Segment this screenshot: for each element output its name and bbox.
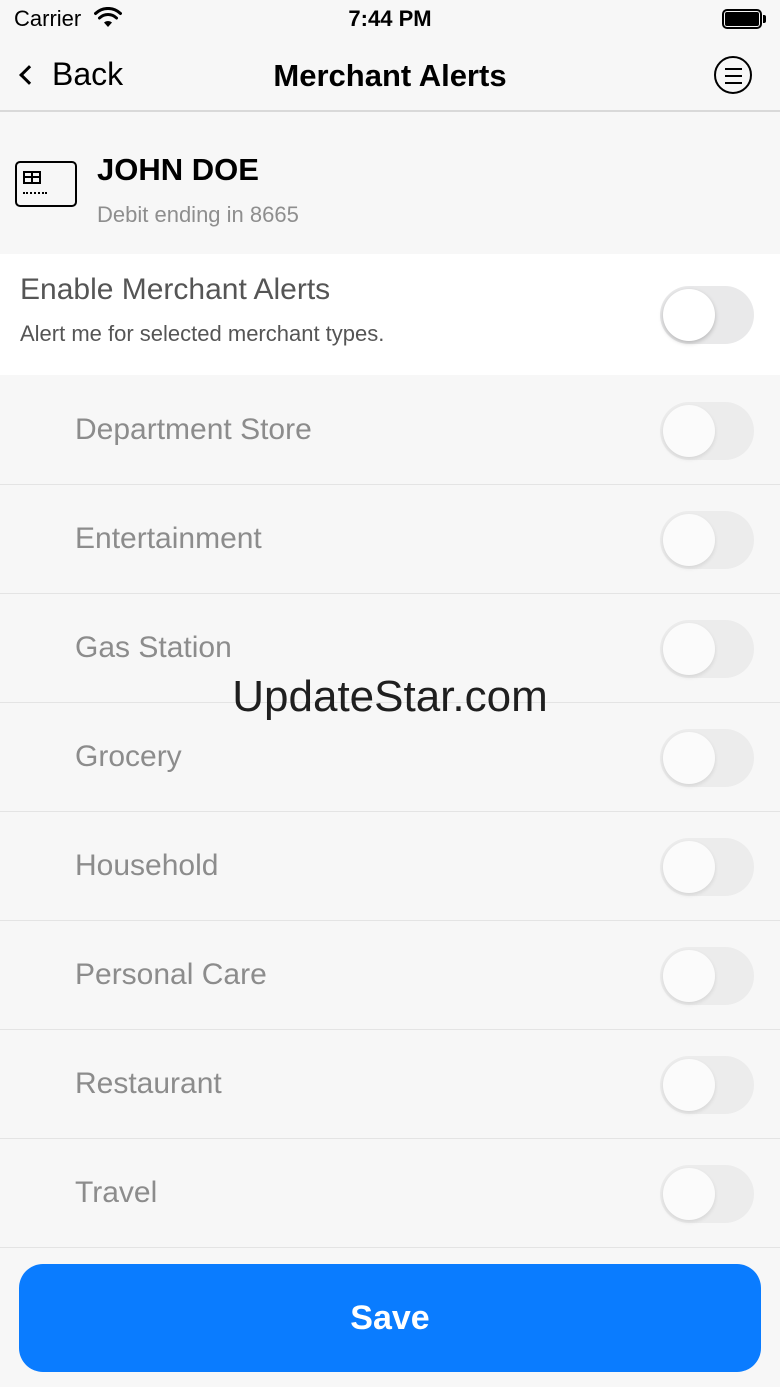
clock: 7:44 PM xyxy=(348,6,432,31)
category-row-travel: Travel xyxy=(0,1139,780,1248)
category-row-household: Household xyxy=(0,812,780,921)
debit-card-icon xyxy=(15,161,77,207)
toggle-knob xyxy=(663,405,715,457)
battery-icon xyxy=(722,9,766,29)
category-label: Personal Care xyxy=(75,958,267,991)
master-toggle-title: Enable Merchant Alerts xyxy=(20,273,331,306)
category-label: Household xyxy=(75,849,219,882)
household-toggle[interactable] xyxy=(660,838,754,896)
category-label: Grocery xyxy=(75,740,182,773)
account-holder-name: JOHN DOE xyxy=(97,152,259,187)
toggle-knob xyxy=(663,950,715,1002)
toggle-knob xyxy=(663,514,715,566)
enable-merchant-alerts-toggle[interactable] xyxy=(660,286,754,344)
account-header: JOHN DOE Debit ending in 8665 xyxy=(0,114,780,254)
category-row-restaurant: Restaurant xyxy=(0,1030,780,1139)
page-title: Merchant Alerts xyxy=(273,58,507,93)
restaurant-toggle[interactable] xyxy=(660,1056,754,1114)
department-store-toggle[interactable] xyxy=(660,402,754,460)
grocery-toggle[interactable] xyxy=(660,729,754,787)
category-row-entertainment: Entertainment xyxy=(0,485,780,594)
enable-merchant-alerts-row: Enable Merchant Alerts Alert me for sele… xyxy=(0,254,780,375)
toggle-knob xyxy=(663,1168,715,1220)
account-subtitle: Debit ending in 8665 xyxy=(97,202,299,227)
navigation-bar: Back Merchant Alerts xyxy=(0,40,780,112)
master-toggle-subtitle: Alert me for selected merchant types. xyxy=(20,321,385,346)
category-label: Gas Station xyxy=(75,631,232,664)
save-button[interactable]: Save xyxy=(19,1264,761,1372)
entertainment-toggle[interactable] xyxy=(660,511,754,569)
gas-station-toggle[interactable] xyxy=(660,620,754,678)
toggle-knob xyxy=(663,841,715,893)
category-row-personal-care: Personal Care xyxy=(0,921,780,1030)
category-label: Department Store xyxy=(75,413,312,446)
travel-toggle[interactable] xyxy=(660,1165,754,1223)
menu-icon[interactable] xyxy=(714,56,752,94)
category-label: Travel xyxy=(75,1176,158,1209)
toggle-knob xyxy=(663,732,715,784)
merchant-category-list: Department Store Entertainment Gas Stati… xyxy=(0,376,780,1248)
personal-care-toggle[interactable] xyxy=(660,947,754,1005)
toggle-knob xyxy=(663,1059,715,1111)
toggle-knob xyxy=(663,623,715,675)
merchant-alerts-screen: Carrier 7:44 PM Back Merchant Alerts JOH… xyxy=(0,0,780,1387)
category-label: Restaurant xyxy=(75,1067,222,1100)
watermark-text: UpdateStar.com xyxy=(232,672,548,721)
category-label: Entertainment xyxy=(75,522,262,555)
category-row-department-store: Department Store xyxy=(0,376,780,485)
status-bar: Carrier 7:44 PM xyxy=(0,0,780,40)
toggle-knob xyxy=(663,289,715,341)
